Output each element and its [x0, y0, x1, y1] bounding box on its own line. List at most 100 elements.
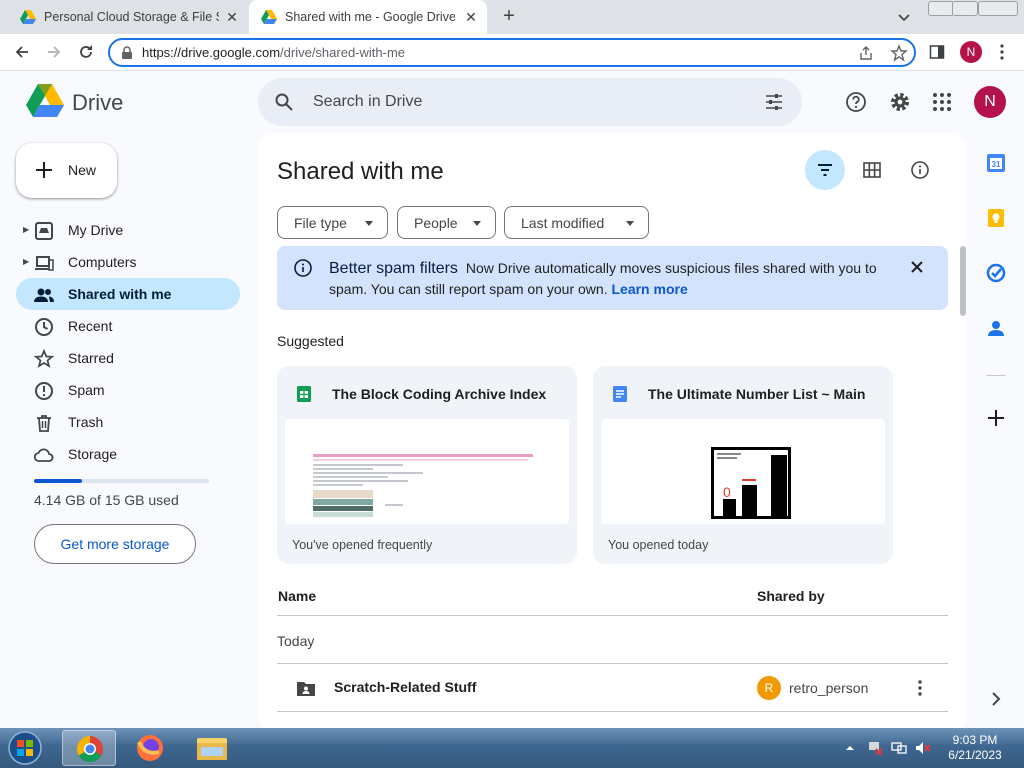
share-page-icon[interactable]	[858, 45, 874, 61]
google-drive-logo[interactable]	[26, 84, 64, 118]
settings-gear-icon[interactable]	[889, 91, 911, 113]
sidebar-item-spam[interactable]: Spam	[16, 374, 240, 406]
sidebar-item-starred[interactable]: Starred	[16, 342, 240, 374]
chevron-right-icon[interactable]	[986, 689, 1006, 709]
taskbar-chrome-button[interactable]	[62, 730, 116, 766]
sidebar-item-label: Trash	[68, 414, 104, 430]
taskbar-file-explorer-button[interactable]	[185, 730, 239, 766]
drive-search-bar[interactable]: Search in Drive	[258, 78, 802, 126]
expand-caret-icon[interactable]: ▶	[23, 257, 29, 266]
owner-avatar: R	[757, 676, 781, 700]
filter-toggle-button[interactable]	[805, 150, 845, 190]
new-button[interactable]: New	[16, 143, 117, 198]
sidebar-item-label: My Drive	[68, 222, 124, 238]
file-row[interactable]: Scratch-Related Stuff R retro_person	[277, 664, 948, 712]
filter-icon	[818, 164, 832, 176]
window-maximize-button[interactable]	[952, 1, 978, 16]
file-activity-text: You opened today	[608, 538, 709, 552]
grid-view-icon[interactable]	[862, 160, 882, 180]
google-apps-grid-icon[interactable]	[931, 91, 953, 113]
file-type-filter-chip[interactable]: File type	[277, 206, 388, 239]
date-group-label: Today	[277, 633, 315, 649]
spreadsheet-preview-image	[313, 454, 533, 517]
main-content: Shared with me File type People Last mod…	[258, 133, 966, 728]
file-activity-text: You've opened frequently	[292, 538, 433, 552]
sidebar-item-trash[interactable]: Trash	[16, 406, 240, 438]
star-icon	[34, 349, 54, 368]
window-close-button[interactable]	[978, 1, 1018, 16]
browser-menu-icon[interactable]	[994, 43, 1010, 61]
trash-icon	[37, 415, 51, 432]
bookmark-star-icon[interactable]	[890, 44, 908, 62]
show-hidden-icons-icon[interactable]	[845, 743, 855, 753]
google-tasks-icon[interactable]	[986, 263, 1006, 283]
spam-filter-banner: Better spam filters Now Drive automatica…	[277, 246, 948, 310]
account-avatar[interactable]: N	[974, 86, 1006, 118]
window-minimize-button[interactable]	[928, 1, 954, 16]
help-icon[interactable]	[845, 91, 867, 113]
browser-tab-drive-home[interactable]: Personal Cloud Storage & File Sharing Pl…	[8, 0, 248, 34]
drive-logo-text[interactable]: Drive	[72, 90, 123, 116]
search-icon[interactable]	[274, 92, 294, 112]
people-filter-chip[interactable]: People	[397, 206, 496, 239]
clock-date: 6/21/2023	[948, 748, 1002, 762]
suggested-file-card[interactable]: The Ultimate Number List ~ Main 0 You op…	[593, 366, 893, 564]
back-arrow-icon[interactable]	[12, 42, 32, 62]
add-addon-plus-icon[interactable]	[986, 408, 1006, 428]
tab-search-chevron-icon[interactable]	[896, 9, 912, 25]
learn-more-link[interactable]: Learn more	[611, 281, 687, 297]
lock-icon[interactable]	[120, 46, 134, 60]
sidebar-item-recent[interactable]: Recent	[16, 310, 240, 342]
sidebar-item-computers[interactable]: ▶ Computers	[16, 246, 240, 278]
volume-muted-icon[interactable]	[915, 741, 931, 755]
browser-tab-shared-with-me[interactable]: Shared with me - Google Drive ✕	[249, 0, 487, 34]
google-calendar-icon[interactable]: 31	[986, 153, 1006, 173]
file-thumbnail: 0	[601, 419, 885, 524]
expand-caret-icon[interactable]: ▶	[23, 225, 29, 234]
divider	[986, 375, 1006, 376]
last-modified-filter-chip[interactable]: Last modified	[504, 206, 649, 239]
chip-label: Last modified	[521, 215, 605, 231]
forward-arrow-icon[interactable]	[44, 42, 64, 62]
chip-label: People	[414, 215, 458, 231]
chip-label: File type	[294, 215, 347, 231]
taskbar-firefox-button[interactable]	[123, 730, 177, 766]
google-docs-icon	[613, 386, 627, 402]
search-options-icon[interactable]	[764, 92, 784, 112]
sidebar-item-shared-with-me[interactable]: Shared with me	[16, 278, 240, 310]
new-tab-icon[interactable]: +	[499, 6, 519, 27]
suggested-file-card[interactable]: The Block Coding Archive Index You've op…	[277, 366, 577, 564]
get-more-storage-button[interactable]: Get more storage	[34, 524, 196, 564]
sidebar-item-storage[interactable]: Storage	[16, 438, 240, 470]
close-tab-icon[interactable]: ✕	[224, 9, 240, 25]
taskbar-clock[interactable]: 9:03 PM 6/21/2023	[940, 733, 1010, 763]
url-host: https://drive.google.com	[142, 45, 281, 60]
more-actions-icon[interactable]	[913, 678, 927, 698]
scrollbar-thumb[interactable]	[960, 246, 966, 316]
dropdown-arrow-icon	[365, 221, 373, 226]
address-bar[interactable]: https://drive.google.com/drive/shared-wi…	[108, 38, 916, 67]
close-tab-icon[interactable]: ✕	[463, 9, 479, 25]
cloud-icon	[34, 448, 54, 462]
sidebar-item-my-drive[interactable]: ▶ My Drive	[16, 214, 240, 246]
file-name: Scratch-Related Stuff	[334, 679, 477, 695]
google-keep-icon[interactable]	[986, 208, 1006, 228]
search-input[interactable]: Search in Drive	[313, 93, 422, 111]
storage-usage-fill	[34, 479, 83, 483]
network-icon[interactable]	[891, 741, 907, 755]
side-panel-icon[interactable]	[929, 44, 945, 60]
close-icon[interactable]	[909, 259, 925, 275]
sidebar-item-label: Computers	[68, 254, 137, 270]
action-center-flag-icon[interactable]	[867, 741, 883, 755]
windows-start-button[interactable]	[5, 730, 45, 766]
info-icon[interactable]	[910, 160, 930, 180]
file-title: The Block Coding Archive Index	[332, 386, 547, 402]
sidebar-item-label: Spam	[68, 382, 105, 398]
url-text: https://drive.google.com/drive/shared-wi…	[142, 45, 405, 60]
url-path: /drive/shared-with-me	[280, 45, 406, 60]
page-title: Shared with me	[277, 158, 444, 185]
name-column-header[interactable]: Name	[278, 588, 316, 604]
google-contacts-icon[interactable]	[986, 318, 1006, 338]
browser-profile-avatar[interactable]: N	[960, 41, 982, 63]
reload-icon[interactable]	[76, 42, 96, 62]
